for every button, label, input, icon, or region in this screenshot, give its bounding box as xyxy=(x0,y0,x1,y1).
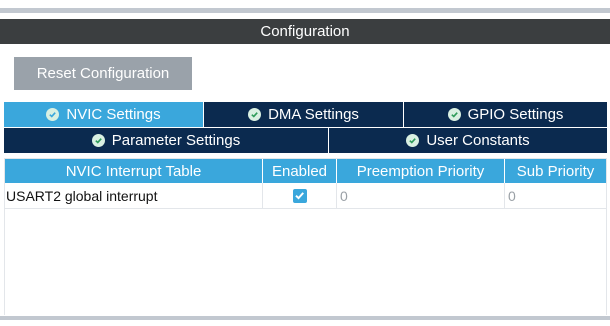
sub-priority-cell[interactable]: 0 xyxy=(505,183,606,209)
tab-nvic-settings[interactable]: NVIC Settings xyxy=(4,102,204,127)
top-border-strip xyxy=(0,0,610,13)
check-circle-icon xyxy=(46,108,60,121)
bottom-divider xyxy=(0,316,610,320)
tab-gpio-settings[interactable]: GPIO Settings xyxy=(404,102,607,127)
reset-configuration-button[interactable]: Reset Configuration xyxy=(14,57,192,90)
bottom-border-strip xyxy=(0,315,610,326)
tab-parameter-settings[interactable]: Parameter Settings xyxy=(4,128,329,153)
interrupt-name-cell: USART2 global interrupt xyxy=(5,183,263,209)
enabled-cell xyxy=(263,183,337,209)
page-title: Configuration xyxy=(260,23,350,40)
check-circle-icon xyxy=(91,134,105,147)
check-circle-icon xyxy=(248,108,262,121)
top-divider xyxy=(0,8,610,13)
tab-user-constants[interactable]: User Constants xyxy=(329,128,607,153)
tab-label: DMA Settings xyxy=(268,106,359,123)
nvic-interrupt-table: NVIC Interrupt Table Enabled Preemption … xyxy=(4,158,607,318)
column-header-sub-priority[interactable]: Sub Priority xyxy=(505,159,606,183)
checkbox-checked-icon xyxy=(295,192,304,200)
check-circle-icon xyxy=(406,134,420,147)
enabled-checkbox[interactable] xyxy=(292,188,307,203)
column-header-interrupt[interactable]: NVIC Interrupt Table xyxy=(5,159,263,183)
preemption-priority-cell[interactable]: 0 xyxy=(337,183,505,209)
tab-label: GPIO Settings xyxy=(467,106,564,123)
tab-label: User Constants xyxy=(426,132,530,149)
tab-dma-settings[interactable]: DMA Settings xyxy=(204,102,404,127)
configuration-panel: Reset Configuration NVIC Settings DMA Se… xyxy=(0,44,610,326)
column-header-preemption-priority[interactable]: Preemption Priority xyxy=(337,159,505,183)
column-header-enabled[interactable]: Enabled xyxy=(263,159,337,183)
tab-label: NVIC Settings xyxy=(66,106,161,123)
check-circle-icon xyxy=(447,108,461,121)
configuration-title-bar: Configuration xyxy=(0,19,610,44)
tab-label: Parameter Settings xyxy=(111,132,241,149)
